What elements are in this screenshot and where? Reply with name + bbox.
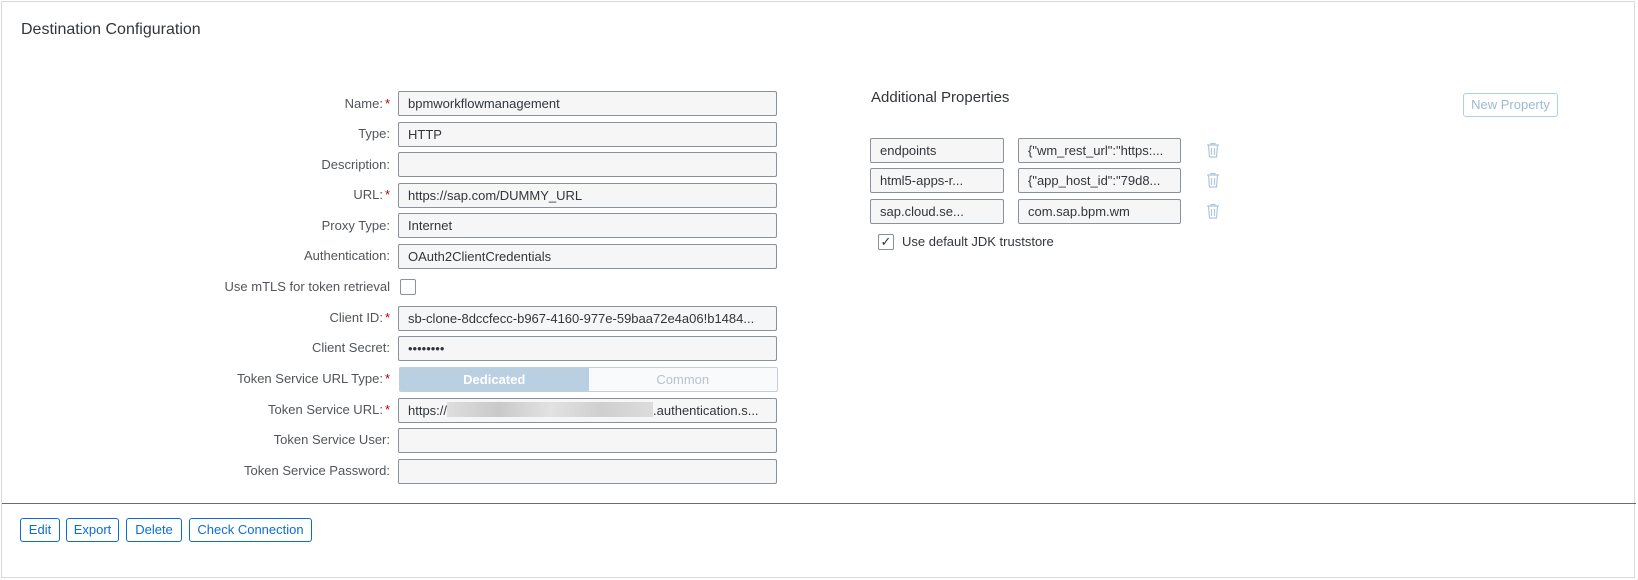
- property-value-field[interactable]: {"app_host_id":"79d8...: [1018, 168, 1181, 193]
- token-password-label: Token Service Password:: [244, 463, 390, 478]
- jdk-truststore-checkbox[interactable]: ✓: [878, 234, 894, 250]
- required-marker: *: [384, 96, 390, 111]
- export-button[interactable]: Export: [66, 518, 119, 542]
- segment-common[interactable]: Common: [588, 368, 777, 391]
- token-url-label: Token Service URL: *: [268, 402, 390, 417]
- required-marker: *: [384, 402, 390, 417]
- required-marker: *: [384, 187, 390, 202]
- token-user-field[interactable]: [398, 428, 777, 453]
- description-label: Description:: [321, 157, 390, 172]
- trash-icon[interactable]: [1206, 203, 1220, 219]
- client-secret-field[interactable]: ••••••••: [398, 336, 777, 361]
- property-value-field[interactable]: {"wm_rest_url":"https:...: [1018, 138, 1181, 163]
- jdk-truststore-label: Use default JDK truststore: [902, 234, 1054, 249]
- token-password-field[interactable]: [398, 459, 777, 484]
- trash-icon[interactable]: [1206, 142, 1220, 158]
- token-url-type-label: Token Service URL Type: *: [236, 371, 390, 386]
- proxy-type-label: Proxy Type:: [321, 218, 390, 233]
- type-field[interactable]: HTTP: [398, 122, 777, 147]
- client-id-field[interactable]: sb-clone-8dccfecc-b967-4160-977e-59baa72…: [398, 306, 777, 331]
- mtls-checkbox[interactable]: [400, 279, 416, 295]
- client-secret-label: Client Secret:: [311, 340, 390, 355]
- page-title: Destination Configuration: [21, 21, 201, 38]
- type-label: Type:: [358, 126, 390, 141]
- name-label: Name: *: [344, 96, 390, 111]
- destination-configuration-panel: Destination Configuration Name: * bpmwork…: [1, 1, 1636, 578]
- token-user-label: Token Service User:: [273, 432, 390, 447]
- mtls-label: Use mTLS for token retrieval: [224, 279, 390, 294]
- property-key-field[interactable]: html5-apps-r...: [870, 168, 1004, 193]
- trash-icon[interactable]: [1206, 172, 1220, 188]
- name-field[interactable]: bpmworkflowmanagement: [398, 91, 777, 116]
- property-key-field[interactable]: sap.cloud.se...: [870, 199, 1004, 224]
- segment-dedicated[interactable]: Dedicated: [400, 368, 589, 391]
- url-label: URL: *: [353, 187, 390, 202]
- property-key-field[interactable]: endpoints: [870, 138, 1004, 163]
- additional-properties-title: Additional Properties: [871, 89, 1010, 106]
- proxy-type-field[interactable]: Internet: [398, 213, 777, 238]
- token-url-field[interactable]: https://.authentication.s...: [398, 398, 777, 423]
- checkmark-icon: ✓: [880, 234, 892, 249]
- url-field[interactable]: https://sap.com/DUMMY_URL: [398, 183, 777, 208]
- delete-button[interactable]: Delete: [126, 518, 182, 542]
- description-field[interactable]: [398, 152, 777, 177]
- authentication-label: Authentication:: [303, 248, 390, 263]
- client-id-label: Client ID: *: [329, 310, 390, 325]
- new-property-button[interactable]: New Property: [1463, 93, 1558, 117]
- redacted-block: [447, 402, 654, 417]
- required-marker: *: [384, 371, 390, 386]
- token-url-type-segmented: Dedicated Common: [399, 367, 778, 392]
- footer-divider: [2, 503, 1636, 504]
- check-connection-button[interactable]: Check Connection: [189, 518, 312, 542]
- edit-button[interactable]: Edit: [20, 518, 60, 542]
- authentication-field[interactable]: OAuth2ClientCredentials: [398, 244, 777, 269]
- property-value-field[interactable]: com.sap.bpm.wm: [1018, 199, 1181, 224]
- required-marker: *: [384, 310, 390, 325]
